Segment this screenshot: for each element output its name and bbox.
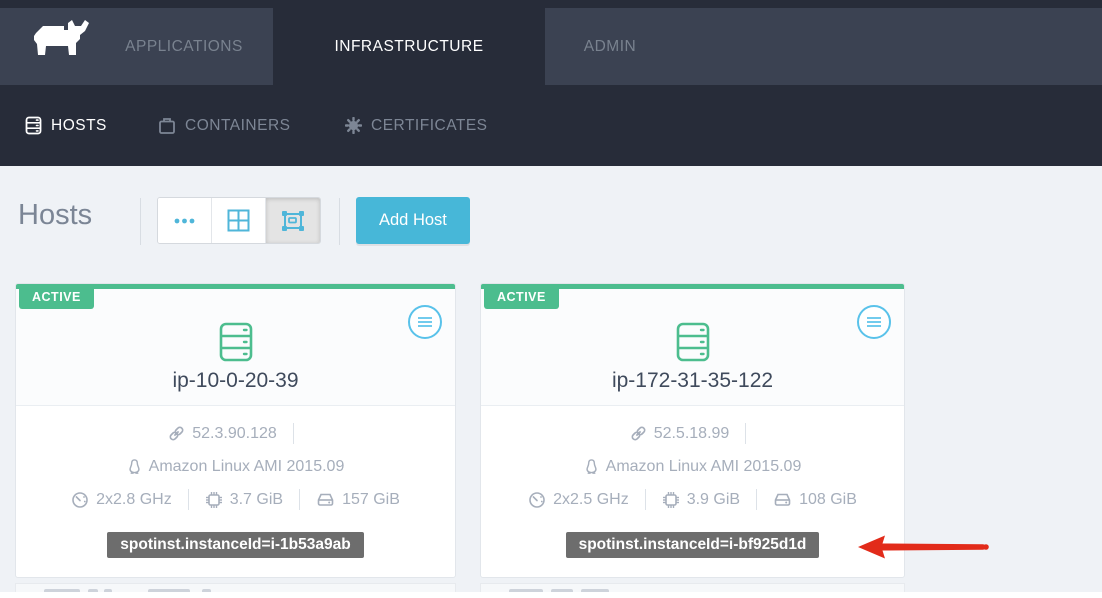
- link-icon: [630, 425, 647, 442]
- subnav-hosts-label: HOSTS: [51, 117, 107, 135]
- link-icon: [168, 425, 185, 442]
- host-menu-button[interactable]: [857, 305, 891, 339]
- linux-icon: [584, 458, 599, 475]
- memory-chip-icon: [205, 491, 223, 509]
- machine-icon: [280, 209, 306, 233]
- tab-infrastructure-label: INFRASTRUCTURE: [334, 38, 483, 56]
- detail-divider: [293, 423, 294, 444]
- menu-icon: [417, 316, 433, 328]
- certificates-icon: [345, 117, 362, 134]
- host-os: Amazon Linux AMI 2015.09: [606, 458, 802, 476]
- tab-admin[interactable]: ADMIN: [545, 8, 675, 85]
- rancher-hosts-page: APPLICATIONS INFRASTRUCTURE ADMIN: [0, 0, 1102, 598]
- disk-icon: [773, 491, 792, 508]
- dots-icon: [174, 218, 195, 224]
- view-toggle-machine[interactable]: [266, 198, 320, 243]
- host-label-chip: spotinst.instanceId=i-1b53a9ab: [107, 532, 363, 558]
- tab-applications-label: APPLICATIONS: [125, 38, 243, 56]
- view-toggle-list[interactable]: [158, 198, 212, 243]
- detail-divider: [299, 489, 300, 510]
- detail-divider: [188, 489, 189, 510]
- host-name[interactable]: ip-10-0-20-39: [172, 369, 298, 393]
- detail-divider: [645, 489, 646, 510]
- tab-admin-label: ADMIN: [584, 38, 636, 56]
- subnav-containers-label: CONTAINERS: [185, 117, 290, 135]
- detail-divider: [745, 423, 746, 444]
- linux-icon: [127, 458, 142, 475]
- host-cpu: 2x2.5 GHz: [553, 491, 629, 509]
- tab-applications[interactable]: APPLICATIONS: [95, 8, 273, 85]
- subnav-item-containers[interactable]: CONTAINERS: [158, 85, 290, 166]
- subnav-item-hosts[interactable]: HOSTS: [25, 85, 107, 166]
- detail-divider: [756, 489, 757, 510]
- hosts-icon: [25, 116, 42, 135]
- host-ip: 52.3.90.128: [192, 425, 277, 443]
- host-specs-row: 2x2.8 GHz 3.7 GiB: [71, 483, 400, 516]
- red-arrow-annotation-icon: [856, 531, 994, 563]
- host-menu-button[interactable]: [408, 305, 442, 339]
- toolbar-divider: [339, 198, 340, 245]
- subnav-certificates-label: CERTIFICATES: [371, 117, 488, 135]
- infrastructure-subnav: HOSTS CONTAINERS CERTIFICATES: [0, 85, 1102, 166]
- host-ip-row: 52.3.90.128: [168, 417, 303, 450]
- host-card: ACTIVE ip-172-31-35-122: [480, 283, 905, 578]
- memory-chip-icon: [662, 491, 680, 509]
- host-ip-row: 52.5.18.99: [630, 417, 756, 450]
- status-badge: ACTIVE: [484, 284, 559, 309]
- status-badge: ACTIVE: [19, 284, 94, 309]
- host-icon: [676, 322, 710, 362]
- subnav-item-certificates[interactable]: CERTIFICATES: [345, 85, 488, 166]
- toolbar-divider: [140, 198, 141, 245]
- host-memory: 3.9 GiB: [687, 491, 740, 509]
- add-host-label: Add Host: [379, 211, 447, 230]
- rancher-cow-icon: [28, 18, 94, 64]
- host-memory: 3.7 GiB: [230, 491, 283, 509]
- host-disk: 157 GiB: [342, 491, 400, 509]
- host-specs-row: 2x2.5 GHz 3.9 GiB: [528, 483, 857, 516]
- top-nav: APPLICATIONS INFRASTRUCTURE ADMIN: [0, 0, 1102, 85]
- tab-infrastructure[interactable]: INFRASTRUCTURE: [273, 8, 545, 85]
- cpu-gauge-icon: [528, 491, 546, 509]
- host-os: Amazon Linux AMI 2015.09: [149, 458, 345, 476]
- grid-icon: [227, 209, 250, 232]
- viewport-bottom-strip: [0, 592, 1102, 598]
- disk-icon: [316, 491, 335, 508]
- host-cpu: 2x2.8 GHz: [96, 491, 172, 509]
- rancher-logo[interactable]: [28, 18, 94, 64]
- card-body: 52.3.90.128 Amazon Linux AMI 2015.09 2x2…: [16, 406, 455, 558]
- cpu-gauge-icon: [71, 491, 89, 509]
- page-title: Hosts: [18, 199, 92, 232]
- host-os-row: Amazon Linux AMI 2015.09: [584, 450, 802, 483]
- host-name[interactable]: ip-172-31-35-122: [612, 369, 773, 393]
- host-label-chip: spotinst.instanceId=i-bf925d1d: [566, 532, 820, 558]
- host-os-row: Amazon Linux AMI 2015.09: [127, 450, 345, 483]
- host-disk: 108 GiB: [799, 491, 857, 509]
- host-card: ACTIVE ip-10-0-20-39: [15, 283, 456, 578]
- view-toggle-group: [157, 197, 321, 244]
- containers-icon: [158, 117, 176, 135]
- host-ip: 52.5.18.99: [654, 425, 730, 443]
- host-icon: [219, 322, 253, 362]
- card-body: 52.5.18.99 Amazon Linux AMI 2015.09 2x2.…: [481, 406, 904, 558]
- add-host-button[interactable]: Add Host: [356, 197, 470, 244]
- view-toggle-grid[interactable]: [212, 198, 266, 243]
- menu-icon: [866, 316, 882, 328]
- top-nav-tab-row: APPLICATIONS INFRASTRUCTURE ADMIN: [0, 8, 1102, 85]
